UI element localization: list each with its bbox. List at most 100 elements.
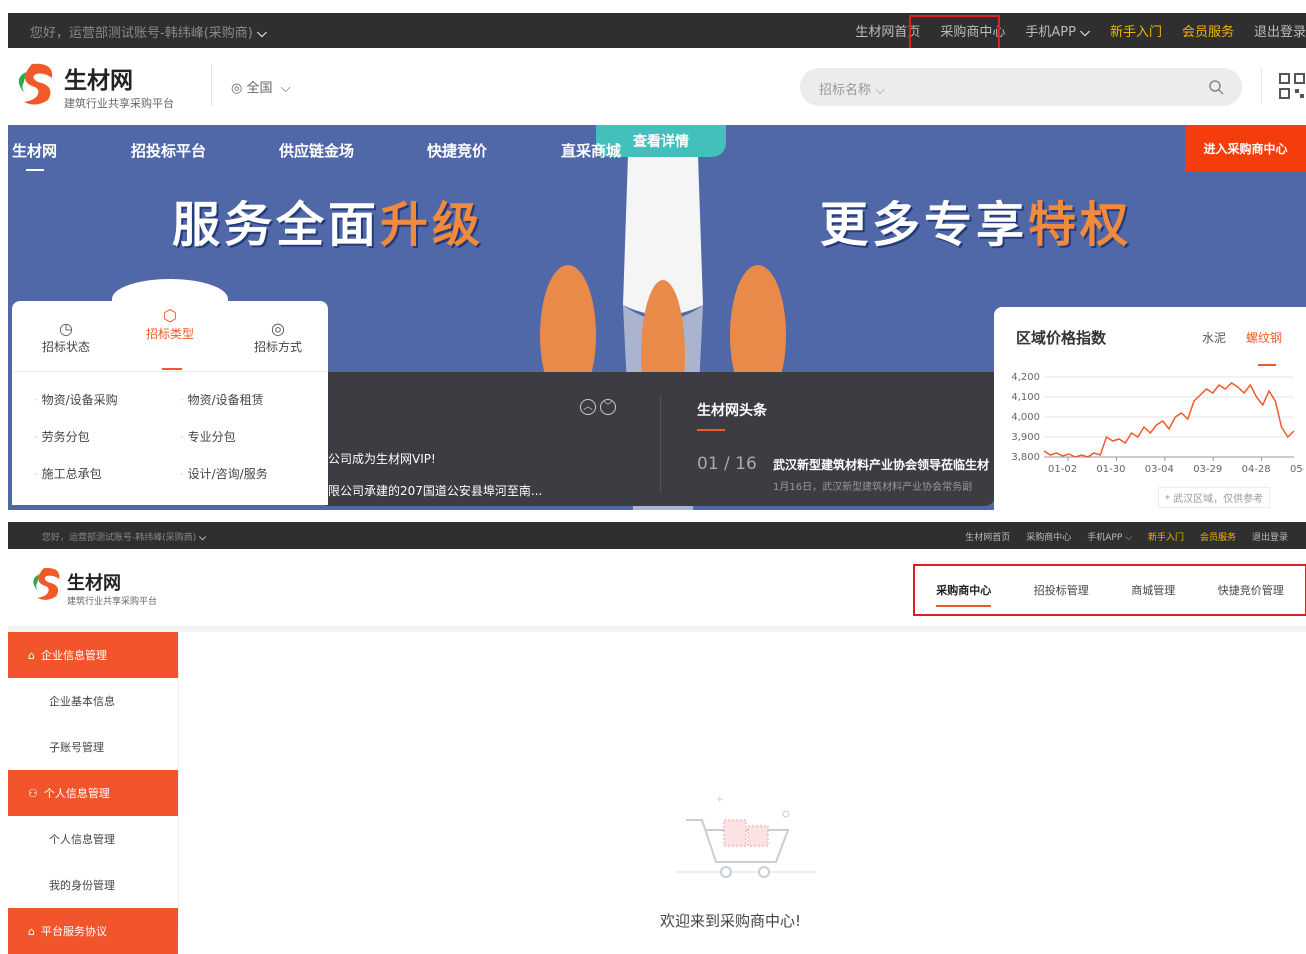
y-tick-label: 3,800	[1011, 452, 1040, 463]
price-series-line	[1043, 382, 1295, 458]
center-nav-mall[interactable]: 商城管理	[1131, 582, 1175, 598]
tab-tender-status[interactable]: ◷ 招标状态	[36, 319, 96, 355]
y-tick-label: 4,100	[1011, 392, 1040, 403]
search-bar[interactable]: 招标名称 ⌵	[800, 68, 1242, 106]
svg-text:+: +	[716, 795, 724, 805]
price-index-chart: 4,200 4,100 4,000 3,900 3,800 01-02 01-30 03-04…	[1011, 372, 1304, 475]
sidebar-group-agreement[interactable]: ⌂ 平台服务协议	[8, 908, 178, 954]
logo-icon[interactable]	[28, 565, 64, 601]
search-category-select[interactable]: 招标名称 ⌵	[819, 79, 885, 98]
top-bar: 您好，运营部测试账号-韩纬峰(采购商) ⌵ 生材网首页 采购商中心 手机APP …	[8, 13, 1306, 48]
price-note: * 武汉区域，仅供参考	[1158, 487, 1271, 508]
search-icon[interactable]	[1208, 79, 1224, 95]
logo-icon[interactable]	[12, 60, 58, 106]
divider	[12, 371, 328, 372]
tab-rebar[interactable]: 螺纹钢	[1246, 329, 1282, 346]
buyer-center-header: 生材网 建筑行业共享采购平台 采购商中心 招投标管理 商城管理 快捷竞价管理	[8, 549, 1306, 626]
news-line[interactable]: 限公司承建的207国道公安县埠河至南...	[328, 482, 542, 499]
tender-panel: ◷ 招标状态 ⬡ 招标类型 ◎ 招标方式 · 物资/设备采购 · 物资/设备租赁…	[12, 279, 328, 505]
sidebar-item-identity[interactable]: 我的身份管理	[8, 862, 178, 908]
divider	[1261, 68, 1262, 104]
top-links-2: 生材网首页 采购商中心 手机APP ⌵ 新手入门 会员服务 退出登录	[965, 530, 1288, 543]
agreement-icon: ⌂	[28, 924, 35, 938]
headline-text[interactable]: 武汉新型建筑材料产业协会领导莅临生材	[773, 456, 989, 473]
x-tick-label: 03-04	[1145, 464, 1174, 475]
sidebar: ⌂ 企业信息管理 企业基本信息 子账号管理 ⚇ 个人信息管理 个人信息管理 我的身份…	[8, 632, 179, 954]
tender-type-item[interactable]: · 施工总承包	[34, 465, 102, 482]
logout-link[interactable]: 退出登录	[1252, 530, 1288, 543]
enter-buyer-center-button[interactable]: 进入采购商中心	[1185, 125, 1306, 171]
x-tick-label: 03-29	[1193, 464, 1222, 475]
y-tick-label: 4,000	[1011, 412, 1040, 423]
nav-active-underline	[26, 169, 44, 171]
tender-type-item[interactable]: · 专业分包	[180, 428, 236, 445]
sidebar-item-sub-accounts[interactable]: 子账号管理	[8, 724, 178, 770]
nav-home[interactable]: 生材网	[12, 140, 57, 161]
sidebar-group-personal[interactable]: ⚇ 个人信息管理	[8, 770, 178, 816]
down-arrow-icon[interactable]: ﹀	[600, 399, 616, 415]
tender-type-item[interactable]: · 劳务分包	[34, 428, 90, 445]
promo-banner: 查看详情 生材网 招投标平台 供应链金场 快捷竞价 直采商城 进入采购商中心 服…	[8, 125, 1306, 510]
qr-code-icon[interactable]	[1278, 72, 1306, 100]
sidebar-item-enterprise-basic[interactable]: 企业基本信息	[8, 678, 178, 724]
headline-sub: 1月16日，武汉新型建筑材料产业协会常务副	[773, 482, 973, 493]
top-bar-2: 您好，运营部测试账号-韩纬峰(采购商) ⌵ 生材网首页 采购商中心 手机APP …	[8, 522, 1306, 549]
tab-tender-method[interactable]: ◎ 招标方式	[246, 319, 310, 355]
x-tick-label: 04-28	[1242, 464, 1271, 475]
tender-type-item[interactable]: · 物资/设备采购	[34, 391, 118, 408]
sidebar-group-enterprise[interactable]: ⌂ 企业信息管理	[8, 632, 178, 678]
newbie-link[interactable]: 新手入门	[1148, 530, 1184, 543]
news-panel: 公司成为生材网VIP! 限公司承建的207国道公安县埠河至南... ︿ ﹀ 生材…	[326, 372, 996, 506]
nav-supply-chain[interactable]: 供应链金场	[279, 140, 354, 161]
target-icon: ◎	[271, 319, 285, 338]
up-arrow-icon[interactable]: ︿	[580, 399, 596, 415]
brand-name: 生材网	[67, 573, 121, 594]
main-content: + 欢迎来到采购商中心!	[180, 632, 1306, 931]
headline-title: 生材网头条	[697, 403, 767, 419]
center-nav: 采购商中心 招投标管理 商城管理 快捷竞价管理	[913, 564, 1306, 616]
active-underline	[936, 605, 992, 607]
price-index-panel: 区域价格指数 水泥 螺纹钢 4,200 4,100 4,000 3,900 3,800 0…	[994, 307, 1306, 510]
banner-slogan-left: 服务全面升级	[172, 197, 485, 253]
x-tick-label: 01-02	[1048, 464, 1077, 475]
sidebar-item-personal-info[interactable]: 个人信息管理	[8, 816, 178, 862]
mobile-app-link[interactable]: 手机APP ⌵	[1087, 530, 1132, 543]
site-header: 生材网 建筑行业共享采购平台 ◎ 全国 ⌵ 招标名称 ⌵	[8, 48, 1306, 125]
tab-tender-type[interactable]: ⬡ 招标类型	[140, 306, 200, 342]
logout-link[interactable]: 退出登录	[1254, 21, 1306, 40]
brand-slogan: 建筑行业共享采购平台	[64, 97, 174, 110]
member-service-link[interactable]: 会员服务	[1182, 21, 1234, 40]
nav-quick-bid[interactable]: 快捷竞价	[427, 140, 487, 161]
welcome-text: 欢迎来到采购商中心!	[660, 912, 802, 930]
center-nav-buyer-center[interactable]: 采购商中心	[936, 582, 992, 607]
buyer-center-link[interactable]: 采购商中心	[1026, 530, 1071, 543]
shopping-cart-illustration: +	[676, 795, 816, 878]
headline-underline	[697, 429, 725, 431]
user-greeting[interactable]: 您好，运营部测试账号-韩纬峰(采购商) ⌵	[30, 22, 267, 41]
clock-icon: ◷	[59, 319, 73, 338]
nav-bidding[interactable]: 招投标平台	[131, 140, 206, 161]
news-line[interactable]: 公司成为生材网VIP!	[328, 450, 436, 467]
y-tick-label: 3,900	[1011, 432, 1040, 443]
home-link[interactable]: 生材网首页	[965, 530, 1010, 543]
center-nav-quick-bid[interactable]: 快捷竞价管理	[1218, 582, 1284, 598]
tab-cement[interactable]: 水泥	[1202, 329, 1226, 346]
x-tick-label: 01-30	[1096, 464, 1125, 475]
user-greeting[interactable]: 您好，运营部测试账号-韩纬峰(采购商) ⌵	[42, 530, 206, 543]
banner-slogan-right: 更多专享特权	[820, 197, 1133, 253]
center-nav-bidding[interactable]: 招投标管理	[1034, 582, 1089, 598]
member-service-link[interactable]: 会员服务	[1200, 530, 1236, 543]
main-nav: 生材网 招投标平台 供应链金场 快捷竞价 直采商城	[8, 125, 1306, 171]
mobile-app-link[interactable]: 手机APP ⌵	[1025, 21, 1090, 40]
nav-direct-mall[interactable]: 直采商城	[561, 140, 621, 161]
price-index-title: 区域价格指数	[1016, 329, 1107, 347]
newbie-link[interactable]: 新手入门	[1110, 21, 1162, 40]
tab-active-underline	[162, 368, 182, 370]
divider	[660, 396, 661, 492]
tender-type-item[interactable]: · 物资/设备租赁	[180, 391, 264, 408]
region-selector[interactable]: ◎ 全国 ⌵	[231, 77, 291, 96]
y-tick-label: 4,200	[1011, 372, 1040, 383]
tender-type-item[interactable]: · 设计/咨询/服务	[180, 465, 268, 482]
enterprise-icon: ⌂	[28, 648, 35, 662]
x-tick-label: 05-28	[1290, 464, 1304, 475]
